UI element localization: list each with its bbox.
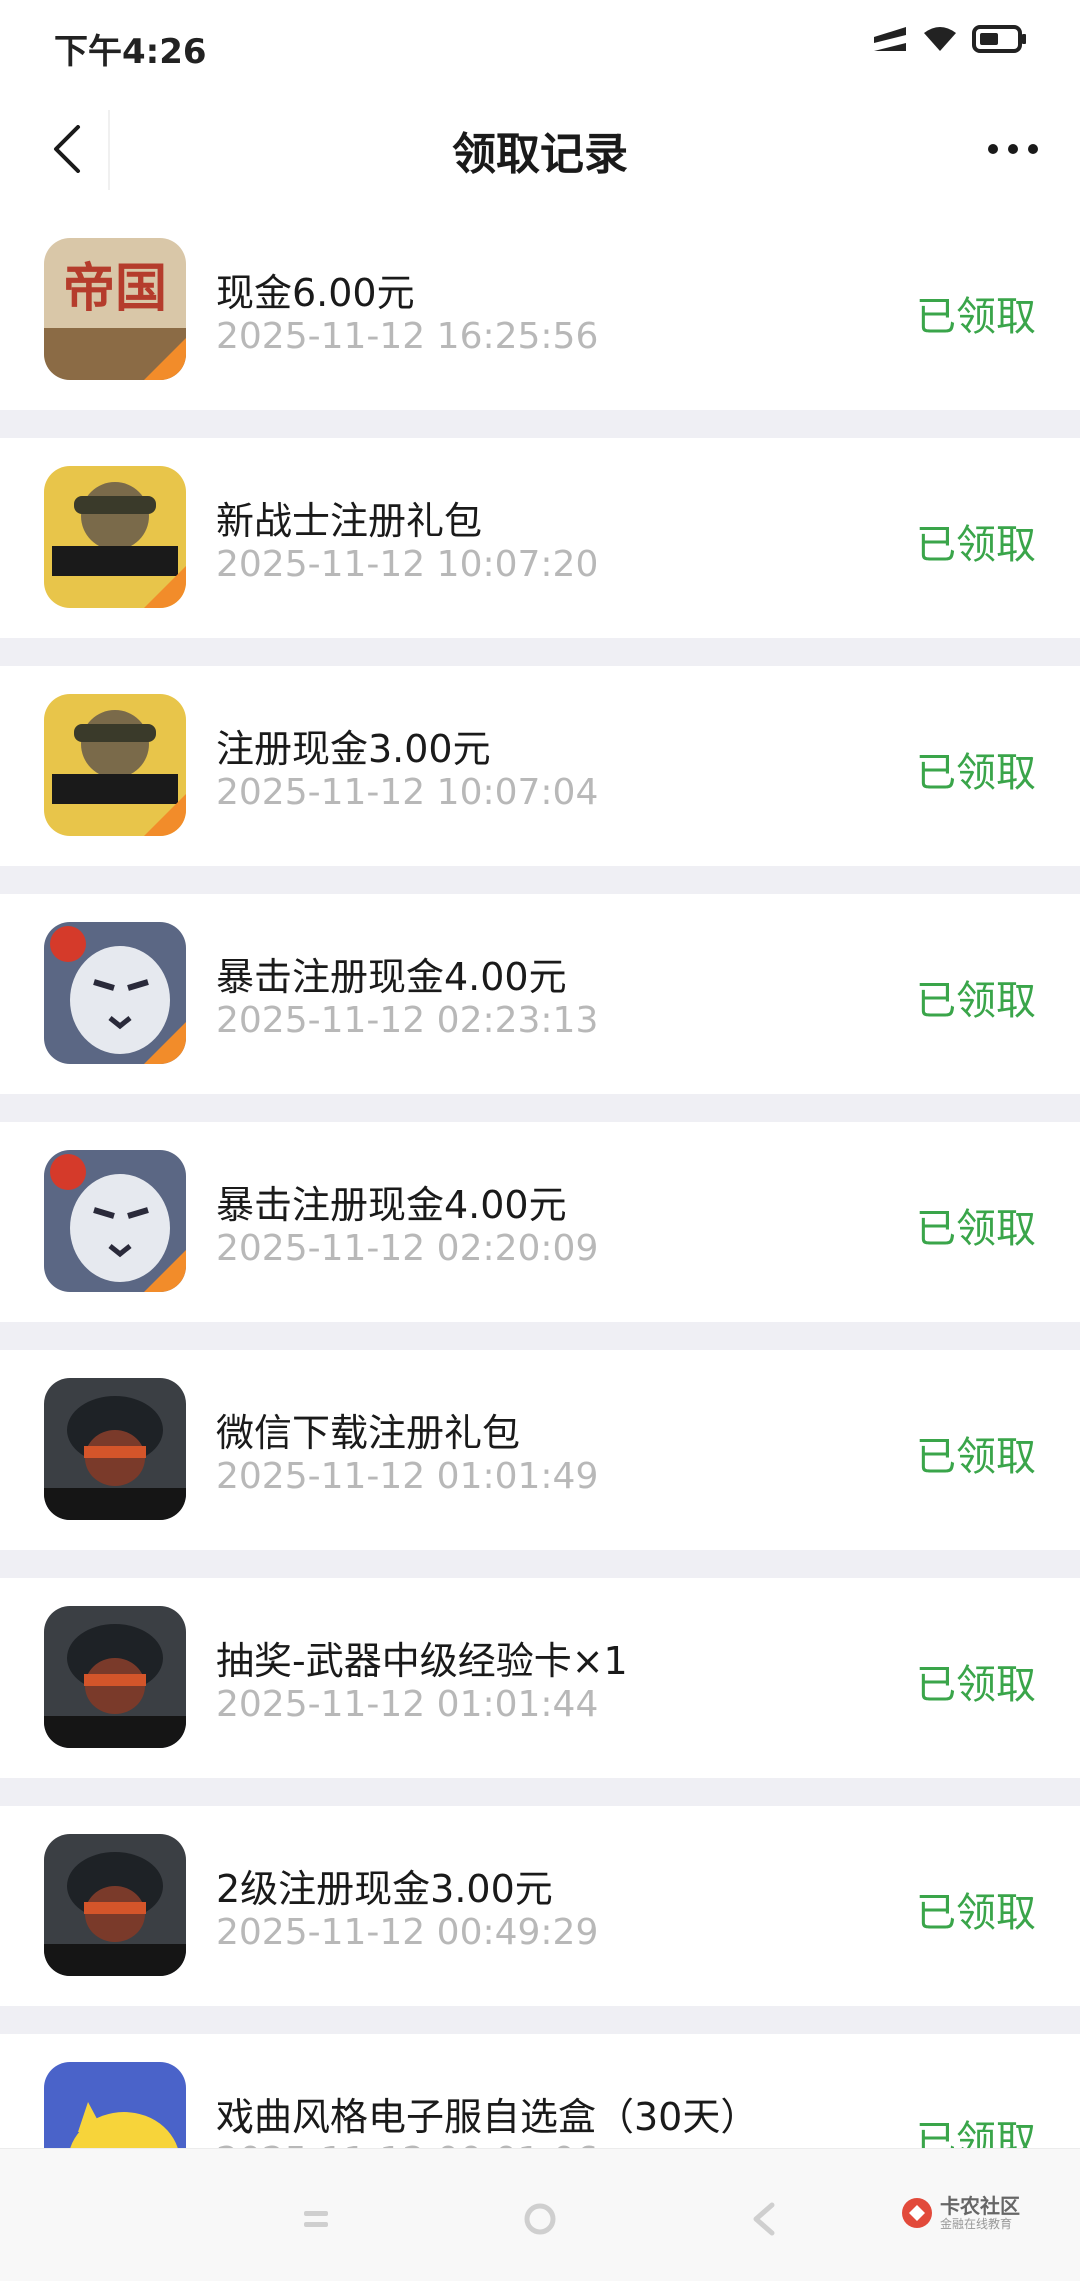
record-title: 微信下载注册礼包 <box>216 1411 521 1455</box>
record-title: 暴击注册现金4.00元 <box>216 955 567 999</box>
page-title: 领取记录 <box>452 129 628 180</box>
record-time: 2025-11-12 01:01:49 <box>216 1456 599 1497</box>
record-list: 帝国 现金6.00元 2025-11-12 16:25:56 已领取 新战士注册礼包… <box>0 210 1080 2262</box>
watermark-main: 卡农社区 <box>940 2194 1020 2218</box>
empire-game-icon: 帝国 <box>44 238 186 380</box>
back-nav-button[interactable] <box>734 2189 794 2249</box>
watermark-sub: 金融在线教育 <box>940 2217 1013 2231</box>
svg-text:帝国: 帝国 <box>63 259 167 319</box>
record-status: 已领取 <box>916 1434 1036 1480</box>
record-time: 2025-11-12 01:01:44 <box>216 1684 599 1725</box>
record-title: 2级注册现金3.00元 <box>216 1867 553 1911</box>
soldier-game-icon <box>44 1834 186 1976</box>
record-item[interactable]: 暴击注册现金4.00元 2025-11-12 02:20:09 已领取 <box>0 1122 1080 1322</box>
white-tiger-game-icon <box>44 922 186 1064</box>
watermark-logo-icon <box>902 2198 932 2228</box>
more-dots-icon <box>988 144 1038 154</box>
menu-icon <box>304 2211 328 2227</box>
record-status: 已领取 <box>916 522 1036 568</box>
record-time: 2025-11-12 02:20:09 <box>216 1228 599 1269</box>
record-time: 2025-11-12 10:07:04 <box>216 772 599 813</box>
record-item[interactable]: 抽奖-武器中级经验卡×1 2025-11-12 01:01:44 已领取 <box>0 1578 1080 1778</box>
record-time: 2025-11-12 02:23:13 <box>216 1000 599 1041</box>
call-of-duty-icon <box>44 694 186 836</box>
record-title: 新战士注册礼包 <box>216 499 483 543</box>
record-item[interactable]: 新战士注册礼包 2025-11-12 10:07:20 已领取 <box>0 438 1080 638</box>
record-title: 暴击注册现金4.00元 <box>216 1183 567 1227</box>
record-title: 注册现金3.00元 <box>216 727 491 771</box>
record-item[interactable]: 注册现金3.00元 2025-11-12 10:07:04 已领取 <box>0 666 1080 866</box>
system-navigation-bar: 卡农社区 金融在线教育 <box>0 2148 1080 2281</box>
record-time: 2025-11-12 16:25:56 <box>216 316 599 357</box>
back-triangle-icon <box>753 2202 775 2236</box>
record-item[interactable]: 帝国 现金6.00元 2025-11-12 16:25:56 已领取 <box>0 210 1080 410</box>
status-time: 下午4:26 <box>54 32 207 72</box>
call-of-duty-icon <box>44 466 186 608</box>
record-item[interactable]: 微信下载注册礼包 2025-11-12 01:01:49 已领取 <box>0 1350 1080 1550</box>
soldier-game-icon <box>44 1606 186 1748</box>
watermark-text: 卡农社区 金融在线教育 <box>940 2195 1020 2231</box>
menu-nav-button[interactable] <box>286 2189 346 2249</box>
home-nav-button[interactable] <box>510 2189 570 2249</box>
record-item[interactable]: 2级注册现金3.00元 2025-11-12 00:49:29 已领取 <box>0 1806 1080 2006</box>
record-time: 2025-11-12 00:49:29 <box>216 1912 599 1953</box>
more-options-button[interactable] <box>974 110 1052 188</box>
wifi-icon <box>924 27 956 51</box>
record-item[interactable]: 暴击注册现金4.00元 2025-11-12 02:23:13 已领取 <box>0 894 1080 1094</box>
home-circle-icon <box>524 2203 556 2235</box>
soldier-game-icon <box>44 1378 186 1520</box>
record-title: 抽奖-武器中级经验卡×1 <box>216 1639 628 1683</box>
record-status: 已领取 <box>916 750 1036 796</box>
record-title: 现金6.00元 <box>216 271 415 315</box>
watermark: 卡农社区 金融在线教育 <box>900 2195 1020 2231</box>
white-tiger-game-icon <box>44 1150 186 1292</box>
signal-icon <box>874 27 906 51</box>
record-status: 已领取 <box>916 1206 1036 1252</box>
status-icons <box>872 24 1028 54</box>
status-bar: 下午4:26 <box>0 0 1080 88</box>
record-time: 2025-11-12 10:07:20 <box>216 544 599 585</box>
record-status: 已领取 <box>916 294 1036 340</box>
record-title: 戏曲风格电子服自选盒（30天） <box>216 2095 759 2139</box>
record-status: 已领取 <box>916 1662 1036 1708</box>
navigation-header: 领取记录 <box>0 88 1080 210</box>
record-status: 已领取 <box>916 978 1036 1024</box>
record-status: 已领取 <box>916 1890 1036 1936</box>
battery-icon <box>972 25 1026 53</box>
